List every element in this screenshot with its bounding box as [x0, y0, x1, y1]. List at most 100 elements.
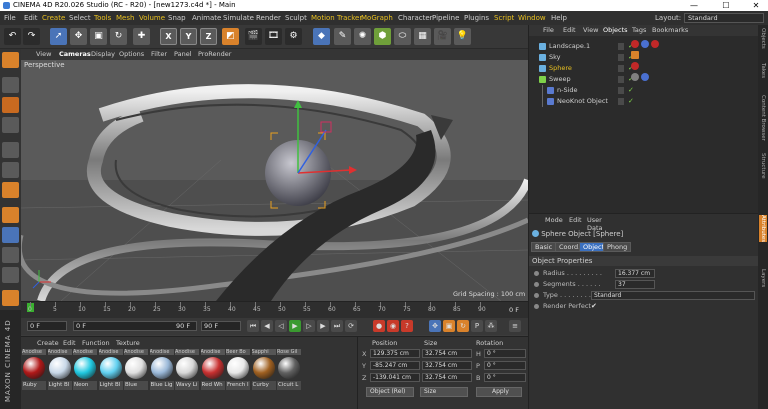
object-row[interactable]: Sky✓	[529, 52, 759, 63]
menu-motion-tracker[interactable]: Motion Tracker	[311, 11, 362, 25]
end-frame-field[interactable]: 90 F	[201, 321, 241, 331]
object-row[interactable]: NeoKnot Object ✓	[529, 96, 759, 107]
minimize-button[interactable]: —	[684, 0, 704, 11]
light-icon[interactable]: 💡	[454, 28, 471, 45]
menu-snap[interactable]: Snap	[168, 11, 186, 25]
current-frame-field[interactable]: 0 F	[27, 321, 67, 331]
property-anim-dot[interactable]	[534, 304, 539, 309]
material-swatch[interactable]: Anodise Neon	[73, 349, 97, 393]
redo-icon[interactable]: ↷	[23, 28, 40, 45]
go-to-end-icon[interactable]: ⏭	[331, 320, 343, 332]
camera-icon[interactable]: 🎥	[434, 28, 451, 45]
position-field[interactable]: -85.247 cm	[370, 361, 420, 370]
viewport-menu-display[interactable]: Display	[91, 49, 115, 60]
next-key-icon[interactable]: ▶	[317, 320, 329, 332]
material-swatch[interactable]: Anodise Red Wh	[200, 349, 225, 393]
menu-animate[interactable]: Animate	[192, 11, 221, 25]
size-field[interactable]: 32.754 cm	[422, 361, 472, 370]
size-mode-select[interactable]: Size	[420, 387, 468, 397]
size-field[interactable]: 32.754 cm	[422, 349, 472, 358]
menu-file[interactable]: File	[4, 11, 16, 25]
attribute-menu-edit[interactable]: Edit	[569, 216, 582, 224]
tab-basic[interactable]: Basic	[531, 242, 557, 252]
visibility-toggle[interactable]	[618, 98, 624, 105]
loop-icon[interactable]: ⟳	[345, 320, 357, 332]
material-swatch[interactable]: Anodise Blue	[124, 349, 148, 393]
visibility-toggle[interactable]	[618, 76, 624, 83]
sky-tag-icon[interactable]	[631, 51, 639, 59]
visibility-toggle[interactable]	[618, 54, 624, 61]
object-menu-edit[interactable]: Edit	[563, 25, 576, 36]
menu-volume[interactable]: Volume	[139, 11, 165, 25]
y-axis-button[interactable]: Y	[180, 28, 197, 45]
record-keys-icon[interactable]: ●	[373, 320, 385, 332]
viewport-menu-options[interactable]: Options	[119, 49, 144, 60]
material-tag-icon[interactable]	[631, 40, 639, 48]
move-icon[interactable]: ✥	[70, 28, 87, 45]
next-frame-icon[interactable]: ▷	[303, 320, 315, 332]
property-anim-dot[interactable]	[534, 282, 539, 287]
x-axis-button[interactable]: X	[160, 28, 177, 45]
side-tab-attributes[interactable]: Attributes	[759, 215, 767, 243]
side-tab-content-browser[interactable]: Content Browser	[759, 95, 767, 141]
rotation-field[interactable]: 0 °	[484, 373, 526, 382]
material-tag-icon[interactable]	[631, 62, 639, 70]
viewport[interactable]: Perspective Grid Spacing : 100 cm	[21, 60, 528, 301]
viewport-menu-filter[interactable]: Filter	[151, 49, 167, 60]
subdivision-icon[interactable]: ✺	[354, 28, 371, 45]
menu-pipeline[interactable]: Pipeline	[432, 11, 459, 25]
rotation-field[interactable]: 0 °	[484, 349, 526, 358]
object-menu-view[interactable]: View	[583, 25, 598, 36]
material-swatch[interactable]: Anodise Ruby	[22, 349, 46, 393]
material-menu-create[interactable]: Create	[37, 339, 59, 348]
visibility-toggle[interactable]	[618, 43, 624, 50]
menu-mesh[interactable]: Mesh	[116, 11, 134, 25]
side-tab-layers[interactable]: Layers	[759, 269, 767, 287]
viewport-menu-cameras[interactable]: Cameras	[59, 49, 91, 60]
select-arrow-icon[interactable]: ➚	[50, 28, 67, 45]
property-value[interactable]: 37	[615, 280, 655, 289]
workplane-icon[interactable]	[2, 117, 19, 133]
side-tab-objects[interactable]: Objects	[759, 28, 767, 49]
z-axis-button[interactable]: Z	[200, 28, 217, 45]
cube-icon[interactable]: ◆	[313, 28, 330, 45]
size-field[interactable]: 32.754 cm	[422, 373, 472, 382]
object-menu-file[interactable]: File	[543, 25, 554, 36]
layout-select[interactable]: Standard	[684, 13, 764, 23]
menu-simulate[interactable]: Simulate	[223, 11, 254, 25]
auto-key-icon[interactable]: ◉	[387, 320, 399, 332]
lock-icon[interactable]	[2, 267, 19, 283]
recent-tools-icon[interactable]: ✚	[133, 28, 150, 45]
render-view-icon[interactable]: 🎬	[245, 28, 262, 45]
timeline-menu-icon[interactable]: ≡	[509, 320, 521, 332]
make-editable-icon[interactable]	[2, 52, 19, 68]
visibility-toggle[interactable]	[618, 65, 624, 72]
attribute-menu-mode[interactable]: Mode	[545, 216, 563, 224]
menu-mograph[interactable]: MoGraph	[361, 11, 393, 25]
position-field[interactable]: -139.041 cm	[370, 373, 420, 382]
menu-plugins[interactable]: Plugins	[464, 11, 489, 25]
material-menu-texture[interactable]: Texture	[116, 339, 140, 348]
material-swatch[interactable]: Sapphi Curby	[251, 349, 276, 393]
previous-key-icon[interactable]: ◀	[261, 320, 273, 332]
rotation-field[interactable]: 0 °	[484, 361, 526, 370]
record-rotation-icon[interactable]: ↻	[457, 320, 469, 332]
material-swatch[interactable]: Rose Gil Cicuit L	[277, 349, 301, 393]
object-menu-bookmarks[interactable]: Bookmarks	[652, 25, 688, 36]
property-value[interactable]: Standard	[591, 291, 755, 300]
viewport-menu-panel[interactable]: Panel	[174, 49, 192, 60]
play-icon[interactable]: ▶	[289, 320, 301, 332]
side-tab-takes[interactable]: Takes	[759, 63, 767, 78]
points-mode-icon[interactable]	[2, 142, 19, 158]
material-swatch[interactable]: Anodise Light Bl	[47, 349, 72, 393]
material-menu-function[interactable]: Function	[82, 339, 110, 348]
record-scale-icon[interactable]: ▣	[443, 320, 455, 332]
tab-phong[interactable]: Phong	[603, 242, 632, 252]
menu-window[interactable]: Window	[518, 11, 546, 25]
render-picture-viewer-icon[interactable]: 🎞	[265, 28, 282, 45]
close-button[interactable]: ✕	[746, 0, 766, 11]
coord-mode-select[interactable]: Object (Rel)	[366, 387, 414, 397]
property-anim-dot[interactable]	[534, 271, 539, 276]
timeline-ruler[interactable]: 0 5 10 15 20 25 30 35 40 45 50 55 60 65 70 75 80 85 90 0 F	[21, 301, 528, 318]
floor-grid-icon[interactable]: ▦	[414, 28, 431, 45]
